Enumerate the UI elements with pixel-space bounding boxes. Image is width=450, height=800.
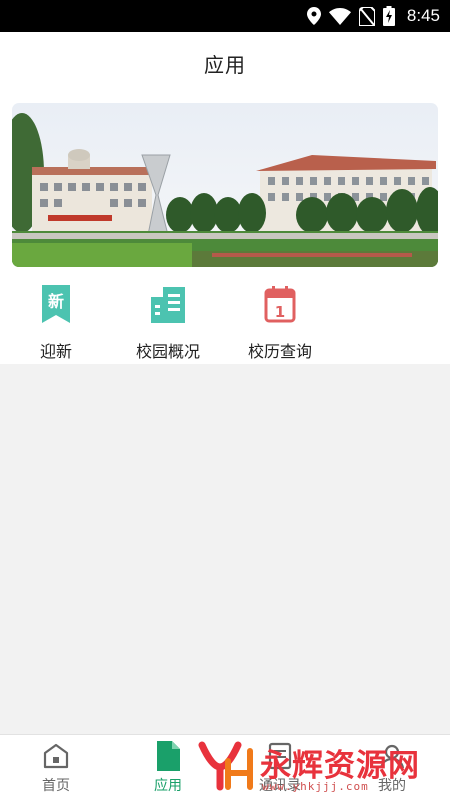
nav-item-home[interactable]: 首页 — [0, 735, 112, 800]
location-icon — [306, 7, 321, 25]
home-icon — [41, 741, 71, 771]
watermark-text: 永辉资源网 — [260, 747, 420, 784]
calendar-icon: 1 — [260, 284, 300, 324]
apps-document-icon — [153, 741, 183, 771]
watermark-logo — [198, 741, 253, 791]
app-label-calendar: 校历查询 — [247, 342, 312, 361]
welcome-badge-text: 新 — [48, 292, 64, 311]
content-panel: 新 迎新 校园概况 1 校历查询 — [0, 94, 450, 364]
wifi-icon — [328, 7, 351, 25]
screen: 8:45 应用 新 迎新 校园概况 1 校历查询 首页 应用 通讯录 我的 永辉… — [0, 0, 450, 800]
page-title: 应用 — [204, 52, 246, 77]
calendar-badge-text: 1 — [275, 303, 285, 321]
watermark-url: www.yhkjjj.com — [262, 780, 369, 793]
status-time: 8:45 — [406, 6, 440, 25]
app-header: 应用 — [0, 32, 450, 94]
watermark: 永辉资源网 www.yhkjjj.com — [198, 738, 428, 794]
nav-label-home: 首页 — [42, 778, 70, 794]
nav-label-apps: 应用 — [154, 778, 182, 794]
campus-photo — [12, 103, 438, 267]
welcome-new-icon: 新 — [36, 284, 76, 324]
app-item-calendar[interactable]: 1 校历查询 — [224, 282, 336, 362]
app-label-campus-overview: 校园概况 — [135, 342, 200, 361]
campus-building-icon — [148, 284, 188, 324]
status-bar: 8:45 — [0, 0, 450, 32]
no-sim-icon — [358, 6, 375, 26]
banner-image[interactable] — [12, 103, 438, 267]
app-grid: 新 迎新 校园概况 1 校历查询 — [0, 282, 450, 362]
app-label-welcome: 迎新 — [39, 342, 72, 361]
app-item-welcome[interactable]: 新 迎新 — [0, 282, 112, 362]
app-item-campus-overview[interactable]: 校园概况 — [112, 282, 224, 362]
battery-charging-icon — [382, 6, 395, 26]
